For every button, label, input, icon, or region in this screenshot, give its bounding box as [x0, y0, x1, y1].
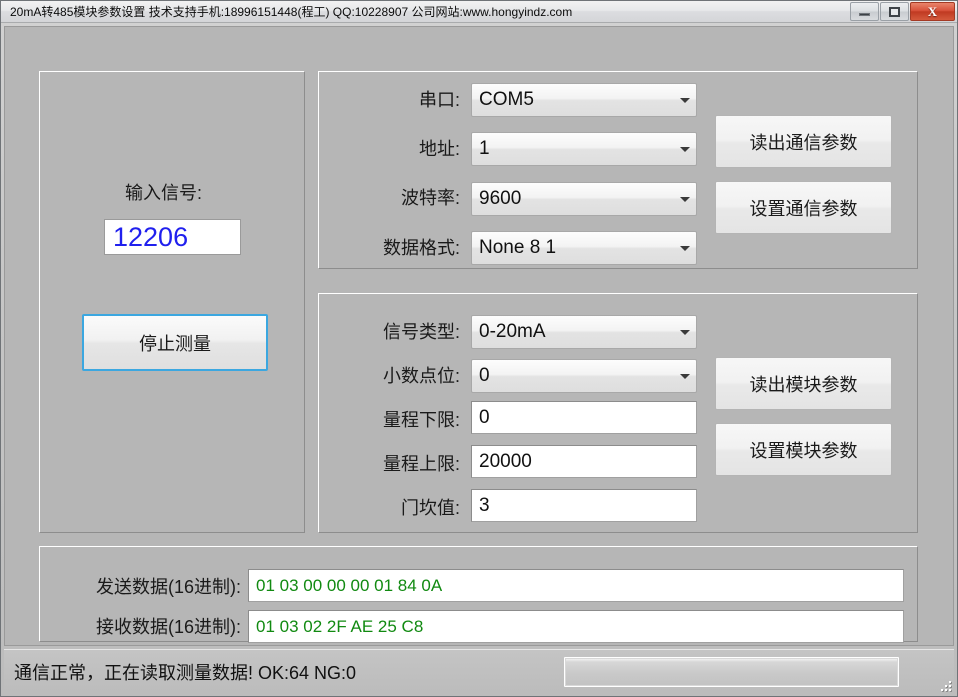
title-bar[interactable]: 20mA转485模块参数设置 技术支持手机:18996151448(程工) QQ…: [1, 1, 957, 23]
range-low-value: 0: [472, 407, 490, 429]
send-data-field[interactable]: 01 03 00 00 00 01 84 0A: [248, 569, 904, 602]
progress-bar: [564, 657, 899, 687]
maximize-button[interactable]: [880, 2, 909, 21]
baudrate-label: 波特率:: [325, 189, 460, 207]
address-select[interactable]: 1: [471, 132, 697, 166]
serial-port-label: 串口:: [335, 91, 460, 109]
chevron-down-icon[interactable]: [674, 197, 696, 202]
signal-type-value: 0-20mA: [472, 321, 674, 343]
send-data-label: 发送数据(16进制):: [55, 578, 241, 596]
decimal-point-select[interactable]: 0: [471, 359, 697, 393]
decimal-point-label: 小数点位:: [315, 367, 460, 385]
chevron-down-icon[interactable]: [674, 330, 696, 335]
write-comm-params-button[interactable]: 设置通信参数: [715, 181, 892, 234]
data-format-select[interactable]: None 8 1: [471, 231, 697, 265]
window-title: 20mA转485模块参数设置 技术支持手机:18996151448(程工) QQ…: [1, 1, 572, 23]
resize-grip[interactable]: [938, 678, 951, 691]
data-format-value: None 8 1: [472, 237, 674, 259]
stop-measure-button[interactable]: 停止测量: [82, 314, 268, 371]
recv-data-field[interactable]: 01 03 02 2F AE 25 C8: [248, 610, 904, 643]
status-bar: 通信正常，正在读取测量数据! OK:64 NG:0: [4, 649, 954, 693]
send-data-value: 01 03 00 00 00 01 84 0A: [249, 576, 442, 596]
decimal-point-value: 0: [472, 365, 674, 387]
threshold-value: 3: [472, 495, 490, 517]
address-label: 地址:: [335, 140, 460, 158]
minimize-button[interactable]: [850, 2, 879, 21]
chevron-down-icon[interactable]: [674, 98, 696, 103]
status-message: 通信正常，正在读取测量数据! OK:64 NG:0: [4, 659, 356, 685]
input-signal-label: 输入信号:: [125, 184, 285, 202]
recv-data-label: 接收数据(16进制):: [55, 618, 241, 636]
baudrate-select[interactable]: 9600: [471, 182, 697, 216]
address-value: 1: [472, 138, 674, 160]
threshold-input[interactable]: 3: [471, 489, 697, 522]
input-signal-value: 12206: [104, 219, 241, 255]
range-low-input[interactable]: 0: [471, 401, 697, 434]
minimize-icon: [859, 13, 870, 16]
serial-port-value: COM5: [472, 89, 674, 111]
read-comm-params-button[interactable]: 读出通信参数: [715, 115, 892, 168]
serial-port-select[interactable]: COM5: [471, 83, 697, 117]
input-signal-text: 12206: [105, 222, 188, 253]
range-high-label: 量程上限:: [315, 455, 460, 473]
read-module-params-button[interactable]: 读出模块参数: [715, 357, 892, 410]
write-module-params-button[interactable]: 设置模块参数: [715, 423, 892, 476]
signal-type-select[interactable]: 0-20mA: [471, 315, 697, 349]
chevron-down-icon[interactable]: [674, 246, 696, 251]
signal-type-label: 信号类型:: [315, 323, 460, 341]
chevron-down-icon[interactable]: [674, 374, 696, 379]
client-area: 输入信号: 12206 停止测量 串口: COM5 地址: 1 波特率: 960…: [4, 26, 954, 646]
baudrate-value: 9600: [472, 188, 674, 210]
range-high-value: 20000: [472, 451, 532, 473]
window-controls: X: [849, 2, 955, 21]
range-high-input[interactable]: 20000: [471, 445, 697, 478]
chevron-down-icon[interactable]: [674, 147, 696, 152]
range-low-label: 量程下限:: [315, 411, 460, 429]
application-window: 20mA转485模块参数设置 技术支持手机:18996151448(程工) QQ…: [0, 0, 958, 697]
threshold-label: 门坎值:: [315, 499, 460, 517]
data-format-label: 数据格式:: [315, 239, 460, 257]
close-button[interactable]: X: [910, 2, 955, 21]
signal-panel: [39, 71, 305, 533]
recv-data-value: 01 03 02 2F AE 25 C8: [249, 617, 423, 637]
maximize-icon: [889, 7, 900, 17]
